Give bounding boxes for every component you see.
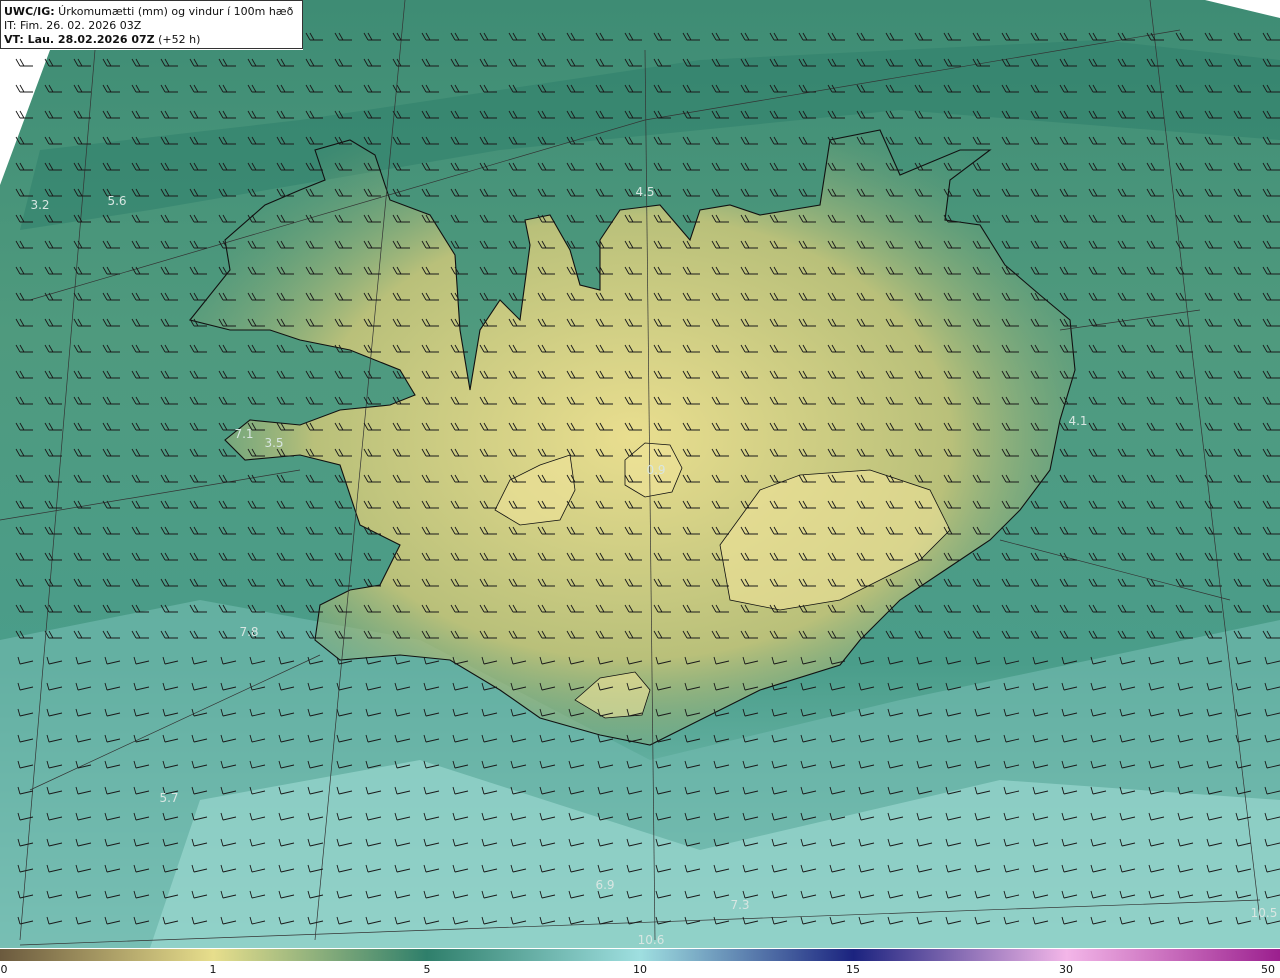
product-title: Úrkomumætti (mm) og vindur í 100m hæð bbox=[54, 5, 294, 18]
value-label: 0.9 bbox=[646, 463, 666, 477]
colorbar-tick: 30 bbox=[1059, 963, 1073, 976]
value-label: 5.6 bbox=[107, 194, 127, 208]
init-time: IT: Fim. 26. 02. 2026 03Z bbox=[4, 19, 142, 32]
colorbar-tick: 0 bbox=[0, 963, 8, 976]
value-label: 3.5 bbox=[264, 436, 284, 450]
colorbar-tick: 15 bbox=[846, 963, 860, 976]
lead-time: (+52 h) bbox=[154, 33, 201, 46]
valid-time: VT: Lau. 28.02.2026 07Z bbox=[4, 33, 155, 46]
valid-time-line: VT: Lau. 28.02.2026 07Z (+52 h) bbox=[4, 33, 299, 47]
value-label: 7.1 bbox=[234, 427, 254, 441]
value-label: 10.5 bbox=[1250, 906, 1278, 920]
colorbar-gradient bbox=[0, 949, 1280, 961]
value-label: 4.5 bbox=[635, 185, 655, 199]
value-label: 10.6 bbox=[637, 933, 665, 947]
value-label: 6.9 bbox=[595, 878, 615, 892]
value-label: 4.1 bbox=[1068, 414, 1088, 428]
colorbar bbox=[0, 949, 1280, 961]
map-stage: UWC/IG: Úrkomumætti (mm) og vindur í 100… bbox=[0, 0, 1280, 978]
value-label: 7.3 bbox=[730, 898, 750, 912]
title-box: UWC/IG: Úrkomumætti (mm) og vindur í 100… bbox=[0, 0, 303, 49]
precip-wind-map bbox=[0, 0, 1280, 948]
value-label: 7.8 bbox=[239, 625, 259, 639]
colorbar-tick: 1 bbox=[209, 963, 217, 976]
colorbar-tick: 5 bbox=[423, 963, 431, 976]
product-code: UWC/IG: bbox=[4, 5, 55, 18]
value-label: 5.7 bbox=[159, 791, 179, 805]
title-line: UWC/IG: Úrkomumætti (mm) og vindur í 100… bbox=[4, 5, 299, 19]
value-label: 3.2 bbox=[30, 198, 50, 212]
colorbar-tick: 50 bbox=[1261, 963, 1275, 976]
colorbar-tick: 10 bbox=[633, 963, 647, 976]
